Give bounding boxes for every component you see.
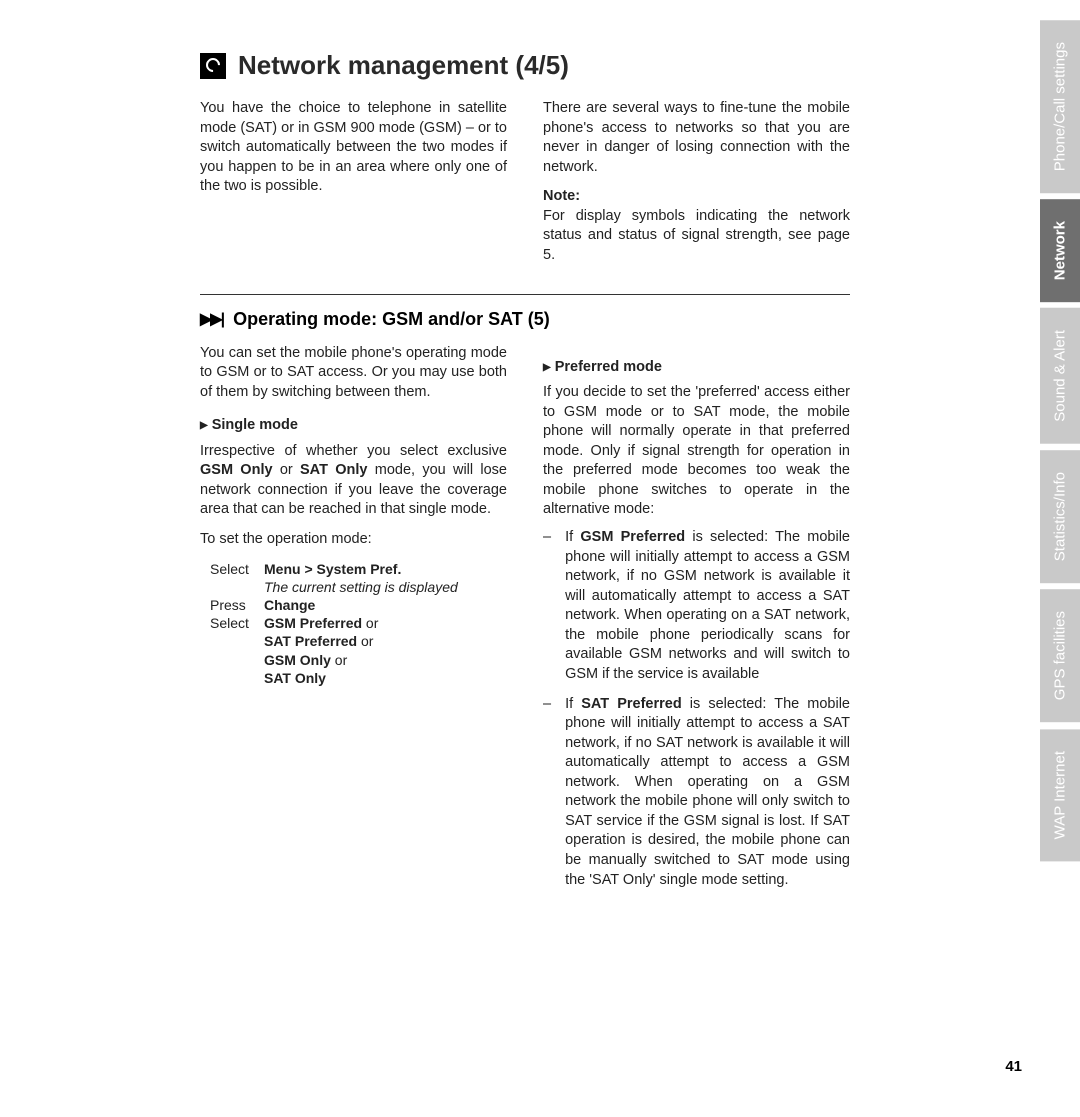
preferred-list: –If GSM Preferred is selected: The mobil…: [543, 528, 850, 890]
preferred-mode-label: Preferred mode: [555, 358, 662, 378]
step-row: GSM Only or: [210, 651, 507, 669]
side-tabs: Phone/Call settings Network Sound & Alert S…: [1040, 0, 1080, 1117]
step-target: GSM Only or: [264, 651, 507, 669]
section-left: You can set the mobile phone's operating…: [200, 344, 507, 901]
side-tab[interactable]: Network: [1040, 199, 1080, 302]
page-number: 41: [1005, 1058, 1022, 1075]
single-mode-p2: To set the operation mode:: [200, 530, 507, 550]
side-tab[interactable]: GPS facilities: [1040, 589, 1080, 722]
network-icon: [200, 53, 226, 79]
single-mode-label: Single mode: [212, 416, 298, 436]
preferred-intro: If you decide to set the 'preferred' acc…: [543, 383, 850, 520]
step-target: The current setting is displayed: [264, 578, 507, 596]
step-action: Press: [210, 596, 254, 614]
fast-forward-icon: ▶▶|: [200, 309, 223, 329]
step-row: Select GSM Preferred or: [210, 614, 507, 632]
step-target: SAT Preferred or: [264, 632, 507, 650]
section-intro: You can set the mobile phone's operating…: [200, 344, 507, 403]
preferred-item: –If SAT Preferred is selected: The mobil…: [543, 695, 850, 891]
steps-list: Select Menu > System Pref.The current set…: [210, 560, 507, 687]
section-right: Preferred mode If you decide to set the …: [543, 344, 850, 901]
section-title: Operating mode: GSM and/or SAT (5): [233, 309, 550, 330]
step-row: The current setting is displayed: [210, 578, 507, 596]
intro-right: There are several ways to fine-tune the …: [543, 99, 850, 266]
dash-marker: –: [543, 528, 551, 685]
step-row: Select Menu > System Pref.: [210, 560, 507, 578]
intro-columns: You have the choice to telephone in sate…: [200, 99, 850, 266]
side-tab[interactable]: WAP Internet: [1040, 729, 1080, 861]
single-mode-heading: Single mode: [200, 416, 507, 436]
preferred-item-text: If GSM Preferred is selected: The mobile…: [565, 528, 850, 685]
step-action: Select: [210, 614, 254, 632]
step-target: Menu > System Pref.: [264, 560, 507, 578]
step-action: [210, 651, 254, 669]
side-tab[interactable]: Statistics/Info: [1040, 450, 1080, 583]
intro-left: You have the choice to telephone in sate…: [200, 99, 507, 266]
preferred-item: –If GSM Preferred is selected: The mobil…: [543, 528, 850, 685]
note-text: For display symbols indicating the netwo…: [543, 207, 850, 266]
step-action: [210, 632, 254, 650]
step-target: GSM Preferred or: [264, 614, 507, 632]
step-row: SAT Only: [210, 669, 507, 687]
step-target: Change: [264, 596, 507, 614]
step-row: SAT Preferred or: [210, 632, 507, 650]
section-heading-row: ▶▶| Operating mode: GSM and/or SAT (5): [200, 309, 850, 330]
intro-right-text: There are several ways to fine-tune the …: [543, 99, 850, 177]
side-tab[interactable]: Phone/Call settings: [1040, 20, 1080, 193]
page-title: Network management (4/5): [238, 50, 569, 81]
side-tab[interactable]: Sound & Alert: [1040, 308, 1080, 444]
note-label: Note:: [543, 187, 850, 207]
step-action: [210, 578, 254, 596]
preferred-item-text: If SAT Preferred is selected: The mobile…: [565, 695, 850, 891]
preferred-mode-heading: Preferred mode: [543, 358, 850, 378]
single-mode-p1: Irrespective of whether you select exclu…: [200, 442, 507, 520]
divider: [200, 294, 850, 295]
dash-marker: –: [543, 695, 551, 891]
step-target: SAT Only: [264, 669, 507, 687]
section-columns: You can set the mobile phone's operating…: [200, 344, 850, 901]
page-heading-row: Network management (4/5): [200, 50, 850, 81]
step-row: Press Change: [210, 596, 507, 614]
step-action: [210, 669, 254, 687]
step-action: Select: [210, 560, 254, 578]
